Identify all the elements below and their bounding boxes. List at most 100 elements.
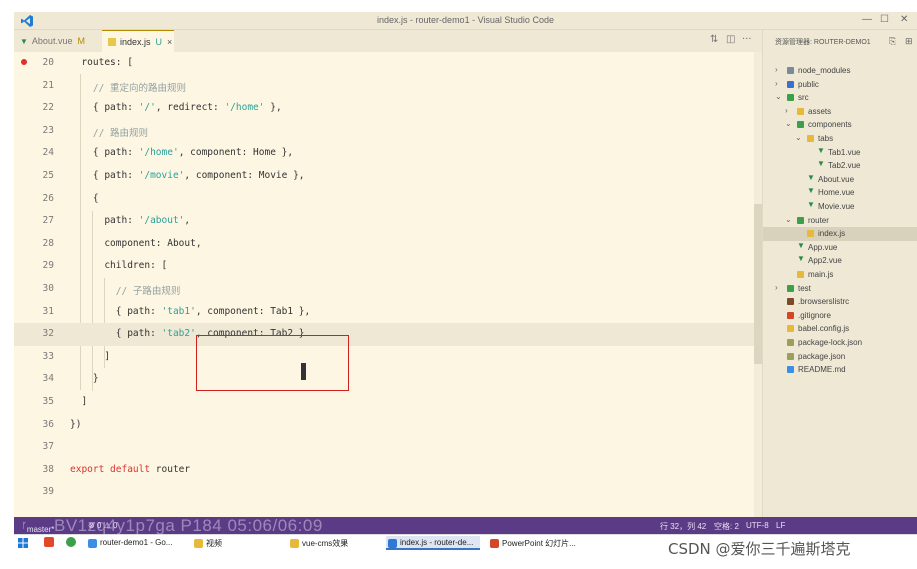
code-line[interactable]: 39 [14,481,754,504]
tree-folder[interactable]: › assets [763,105,917,119]
code-line[interactable]: 21 // 重定向的路由规则 [14,75,754,98]
tree-file[interactable]: ▼ Tab1.vue [763,146,917,160]
code-token: ] [70,350,111,362]
code-line[interactable]: 33 ] [14,346,754,369]
file-icon [787,352,794,360]
code-line[interactable]: 26 { [14,188,754,211]
indentation[interactable]: 空格: 2 [714,521,739,532]
code-line[interactable]: 25 { path: '/movie', component: Movie }, [14,165,754,188]
code-text: // 重定向的路由规则 [70,80,186,94]
new-file-icon[interactable]: ⎘ [889,36,896,47]
tree-file[interactable]: ▼ Tab2.vue [763,159,917,173]
maximize-icon[interactable]: ☐ [880,14,889,25]
code-text: { path: '/', redirect: '/home' }, [70,102,282,113]
code-line[interactable]: 36}) [14,414,754,437]
code-text: }) [70,419,81,430]
line-number: 26 [42,192,54,204]
vue-file-icon: ▼ [807,200,815,209]
tree-file[interactable]: README.md [763,363,917,377]
chevron-right-icon[interactable]: › [775,65,778,74]
code-line[interactable]: 24 { path: '/home', component: Home }, [14,142,754,165]
code-line[interactable]: 38 export default router [14,459,754,482]
tree-file[interactable]: package-lock.json [763,336,917,350]
line-number: 24 [42,147,54,159]
tab-about-vue[interactable]: ▼ About.vue M [14,30,100,52]
more-actions-icon[interactable]: ··· [742,34,752,45]
tree-folder[interactable]: › test [763,282,917,296]
line-number: 30 [42,283,54,294]
file-icon [787,339,794,346]
tree-file[interactable]: ▼ App2.vue [763,254,917,268]
file-icon [787,325,794,333]
code-line[interactable]: 23 // 路由规则 [14,120,754,143]
code-line[interactable]: 28 component: About, [14,233,754,256]
code-line[interactable]: 37 [14,436,754,459]
taskbar-app-button[interactable]: index.js - router-de... [386,536,480,550]
tree-folder[interactable]: ⌄ router [763,214,917,228]
chevron-right-icon[interactable]: › [775,283,778,292]
taskbar-app-button[interactable]: vue-cms效果 [288,536,378,550]
chevron-right-icon[interactable]: › [775,79,778,88]
tree-folder[interactable]: ⌄ components [763,118,917,132]
tree-item-label: About.vue [818,174,855,184]
code-line[interactable]: 32 { path: 'tab2', component: Tab2 } [14,323,754,346]
tree-file[interactable]: .browserslistrc [763,295,917,309]
code-line[interactable]: 30 // 子路由规则 [14,278,754,301]
windows-start-icon[interactable] [18,538,28,548]
tree-folder[interactable]: ⌄ tabs [763,132,917,146]
chevron-down-icon[interactable]: ⌄ [775,92,782,101]
code-line[interactable]: 20 routes: [ [14,52,754,75]
split-editor-icon[interactable]: ◫ [726,34,735,45]
tree-item-label: tabs [818,134,834,143]
taskbar-app-button[interactable]: PowerPoint 幻灯片... [488,536,588,550]
code-line[interactable]: 35 ] [14,391,754,414]
code-line[interactable]: 31 { path: 'tab1', component: Tab1 }, [14,301,754,324]
code-line[interactable]: 34 } [14,368,754,391]
tree-file[interactable]: .gitignore [763,309,917,323]
encoding[interactable]: UTF-8 [746,521,769,530]
taskbar-app-button[interactable]: router-demo1 - Go... [86,536,184,550]
code-line[interactable]: 29 children: [ [14,255,754,278]
chevron-down-icon[interactable]: ⌄ [785,215,792,224]
tree-folder[interactable]: › node_modules [763,64,917,78]
editor-scrollbar[interactable] [754,52,762,517]
code-line[interactable]: 22 { path: '/', redirect: '/home' }, [14,97,754,120]
tree-file[interactable]: ▼ About.vue [763,173,917,187]
tree-file[interactable]: ▼ App.vue [763,241,917,255]
app-icon[interactable] [44,537,54,547]
close-window-icon[interactable]: ✕ [900,14,908,25]
minimize-icon[interactable]: — [862,14,872,25]
code-editor[interactable]: 20 routes: [21 // 重定向的路由规则 22 { path: '/'… [14,52,762,517]
code-line[interactable]: 27 path: '/about', [14,210,754,233]
tree-folder[interactable]: ⌄ src [763,91,917,105]
line-number: 32 [42,328,54,340]
tree-folder[interactable]: › public [763,78,917,92]
tree-file[interactable]: ▼ Movie.vue [763,200,917,214]
line-number: 39 [42,486,54,498]
cursor-position[interactable]: 行 32，列 42 [660,521,706,532]
chrome-icon[interactable] [66,537,76,547]
tree-file[interactable]: index.js [763,227,917,241]
code-token: , [184,215,191,227]
tree-file[interactable]: main.js [763,268,917,282]
code-token: }) [70,418,82,430]
vue-file-icon: ▼ [807,172,815,182]
scrollbar-thumb[interactable] [754,204,762,364]
tree-item-label: Tab2.vue [828,161,861,171]
breakpoint-icon[interactable] [21,59,27,65]
close-tab-icon[interactable]: × [167,37,172,47]
tree-file[interactable]: babel.config.js [763,322,917,336]
new-folder-icon[interactable]: ⊞ [905,36,913,47]
tree-file[interactable]: package.json [763,350,917,364]
js-file-icon [108,37,116,46]
code-keyword: export default [70,463,151,475]
chevron-down-icon[interactable]: ⌄ [795,133,802,142]
tree-file[interactable]: ▼ Home.vue [763,186,917,200]
line-ending[interactable]: LF [776,521,785,530]
chevron-right-icon[interactable]: › [785,106,788,115]
taskbar-app-button[interactable]: 视频 [192,536,280,550]
tab-index-js[interactable]: index.js U × [102,30,174,52]
chevron-down-icon[interactable]: ⌄ [785,119,792,128]
compare-changes-icon[interactable]: ⇅ [710,34,718,45]
git-branch[interactable]: ᚴ master* [22,521,54,534]
